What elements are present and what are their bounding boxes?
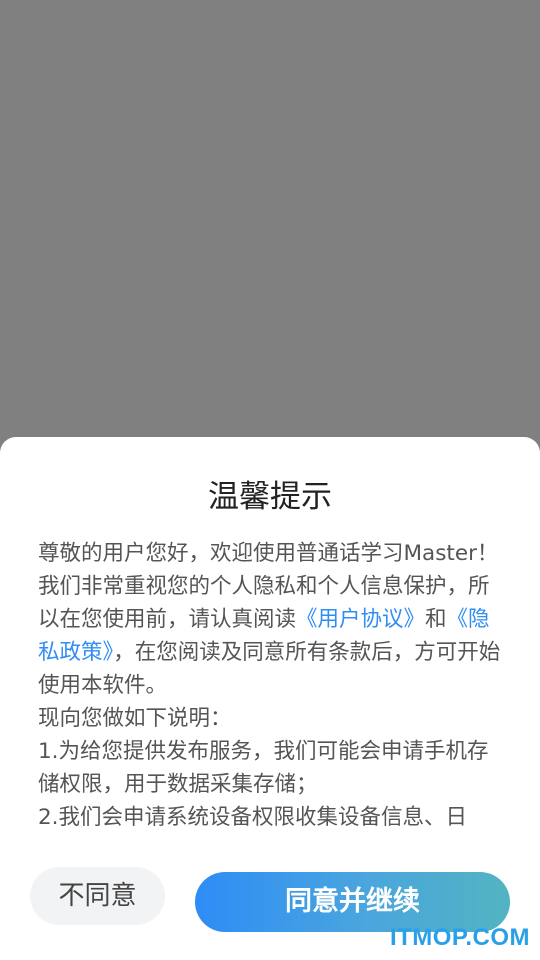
disagree-button[interactable]: 不同意 xyxy=(30,867,165,925)
watermark-logo: ITMOP.COM xyxy=(389,924,530,951)
user-agreement-link[interactable]: 《用户协议》 xyxy=(296,607,425,632)
permission-item-1: 1.为给您提供发布服务，我们可能会申请手机存储权限，用于数据采集存储； xyxy=(38,739,489,797)
dialog-content-scroll[interactable]: 尊敬的用户您好，欢迎使用普通话学习Master！我们非常重视您的个人隐私和个人信… xyxy=(38,537,502,833)
app-screen: 温馨提示 尊敬的用户您好，欢迎使用普通话学习Master！我们非常重视您的个人隐… xyxy=(0,0,540,960)
intro-paragraph: 尊敬的用户您好，欢迎使用普通话学习Master！我们非常重视您的个人隐私和个人信… xyxy=(38,537,502,702)
permission-item-2: 2.我们会申请系统设备权限收集设备信息、日 xyxy=(38,805,468,830)
agree-continue-button[interactable]: 同意并继续 xyxy=(195,872,510,932)
dialog-title: 温馨提示 xyxy=(208,479,332,515)
privacy-dialog: 温馨提示 尊敬的用户您好，欢迎使用普通话学习Master！我们非常重视您的个人隐… xyxy=(0,437,540,960)
explanation-heading: 现向您做如下说明： xyxy=(38,706,232,731)
and-text: 和 xyxy=(425,607,447,632)
dialog-content: 尊敬的用户您好，欢迎使用普通话学习Master！我们非常重视您的个人隐私和个人信… xyxy=(38,537,502,833)
